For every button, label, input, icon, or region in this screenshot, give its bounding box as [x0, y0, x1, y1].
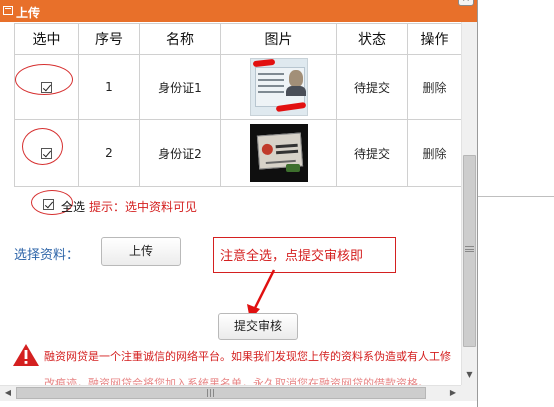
name-cell: 身份证2 — [139, 119, 221, 187]
scroll-left-arrow-icon[interactable]: ◀ — [2, 387, 14, 399]
column-header-selected: 选中 — [14, 23, 79, 55]
upload-button[interactable]: 上传 — [101, 237, 181, 266]
annotation-ring — [15, 64, 73, 95]
scroll-right-arrow-icon[interactable]: ▶ — [447, 387, 459, 399]
column-header-index: 序号 — [78, 23, 140, 55]
column-header-action: 操作 — [407, 23, 462, 55]
portrait — [288, 70, 303, 87]
action-cell: 删除 — [407, 54, 462, 120]
window-icon — [3, 6, 13, 15]
portrait-shirt — [285, 86, 306, 96]
table-header-row: 选中 序号 名称 图片 状态 操作 — [14, 23, 462, 55]
upload-dialog: 上传 选中 序号 名称 图片 状态 操作 1 身份证1 待提交 删除 2 身份证… — [0, 0, 478, 407]
column-header-name: 名称 — [139, 23, 221, 55]
status-cell: 待提交 — [336, 119, 408, 187]
action-cell: 删除 — [407, 119, 462, 187]
background-object — [285, 164, 300, 172]
select-all-label[interactable]: 全选 — [61, 198, 85, 215]
id-card-front-thumbnail[interactable] — [249, 58, 308, 116]
image-cell — [220, 54, 337, 120]
column-header-status: 状态 — [336, 23, 408, 55]
name-cell: 身份证1 — [139, 54, 221, 120]
delete-link[interactable]: 删除 — [422, 147, 446, 161]
choose-documents-label: 选择资料： — [14, 248, 80, 263]
card-text-lines — [275, 143, 298, 149]
index-cell: 1 — [78, 54, 140, 120]
horizontal-scrollbar-thumb[interactable] — [16, 387, 426, 399]
redaction-mark — [252, 59, 275, 68]
column-header-image: 图片 — [220, 23, 337, 55]
image-cell — [220, 119, 337, 187]
background-divider — [478, 196, 554, 197]
index-cell: 2 — [78, 119, 140, 187]
status-cell: 待提交 — [336, 54, 408, 120]
scroll-down-arrow-icon[interactable]: ▼ — [463, 368, 476, 381]
select-hint: 提示：选中资料可见 — [89, 200, 198, 214]
warning-triangle-icon — [13, 344, 39, 366]
delete-link[interactable]: 删除 — [422, 81, 446, 95]
annotation-ring — [22, 128, 63, 165]
dialog-title: 上传 — [16, 6, 41, 20]
submit-review-button[interactable]: 提交审核 — [218, 313, 298, 340]
documents-table: 选中 序号 名称 图片 状态 操作 1 身份证1 待提交 删除 2 身份证2 待… — [14, 23, 462, 187]
id-card-back-thumbnail[interactable] — [249, 124, 308, 182]
scroll-grip-icon — [207, 389, 214, 397]
background-panel — [478, 0, 554, 407]
scrollbar-corner — [461, 385, 477, 401]
table-row: 2 身份证2 待提交 删除 — [14, 119, 462, 187]
table-row: 1 身份证1 待提交 删除 — [14, 54, 462, 120]
select-all-checkbox[interactable] — [43, 199, 54, 210]
scroll-grip-icon — [465, 246, 474, 252]
annotation-text: 注意全选，点提交审核即 — [220, 249, 364, 264]
dialog-titlebar[interactable]: 上传 — [0, 0, 477, 22]
emblem — [260, 143, 273, 156]
close-icon[interactable]: × — [458, 0, 474, 6]
card-text-lines — [257, 73, 284, 75]
warning-text: 融资网贷是一个注重诚信的网络平台。如果我们发现您上传的资料系伪造或有人工修 — [44, 350, 451, 363]
